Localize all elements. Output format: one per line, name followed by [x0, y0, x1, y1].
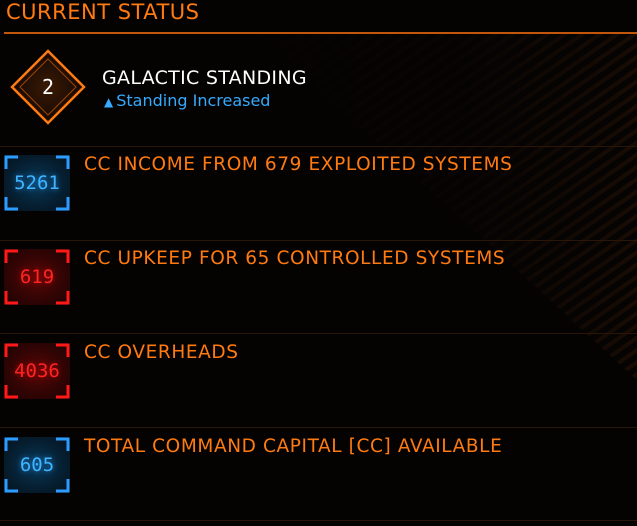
cc-income-value: 5261 [14, 172, 60, 194]
standing-status-text: Standing Increased [116, 91, 271, 110]
value-badge: 619 [4, 249, 70, 305]
list-item-cc-upkeep[interactable]: 619 CC UPKEEP FOR 65 CONTROLLED SYSTEMS [0, 246, 637, 338]
title-divider [4, 32, 637, 34]
list-item-cc-overheads[interactable]: 4036 CC OVERHEADS [0, 340, 637, 432]
list-item-cc-total[interactable]: 605 TOTAL COMMAND CAPITAL [CC] AVAILABLE [0, 434, 637, 526]
cc-income-label: CC INCOME FROM 679 EXPLOITED SYSTEMS [84, 154, 513, 175]
cc-total-value: 605 [19, 454, 55, 476]
value-badge: 605 [4, 437, 70, 493]
row-divider [0, 333, 637, 334]
row-divider [0, 240, 637, 241]
list-item-cc-income[interactable]: 5261 CC INCOME FROM 679 EXPLOITED SYSTEM… [0, 152, 637, 244]
standing-title: GALACTIC STANDING [102, 67, 307, 89]
value-badge: 4036 [4, 343, 70, 399]
value-badge: 5261 [4, 155, 70, 211]
row-divider [0, 146, 637, 147]
up-arrow-icon: ▲ [104, 95, 114, 109]
cc-overheads-label: CC OVERHEADS [84, 342, 239, 363]
cc-total-label: TOTAL COMMAND CAPITAL [CC] AVAILABLE [84, 436, 503, 457]
cc-upkeep-value: 619 [19, 266, 55, 288]
cc-overheads-value: 4036 [14, 360, 60, 382]
row-divider [0, 520, 637, 521]
standing-status: ▲ Standing Increased [104, 91, 270, 110]
cc-upkeep-label: CC UPKEEP FOR 65 CONTROLLED SYSTEMS [84, 248, 506, 269]
row-divider [0, 427, 637, 428]
rank-value: 2 [41, 75, 55, 99]
galactic-standing-block[interactable]: 2 GALACTIC STANDING ▲ Standing Increased [0, 46, 637, 136]
panel-title: CURRENT STATUS [6, 0, 200, 24]
